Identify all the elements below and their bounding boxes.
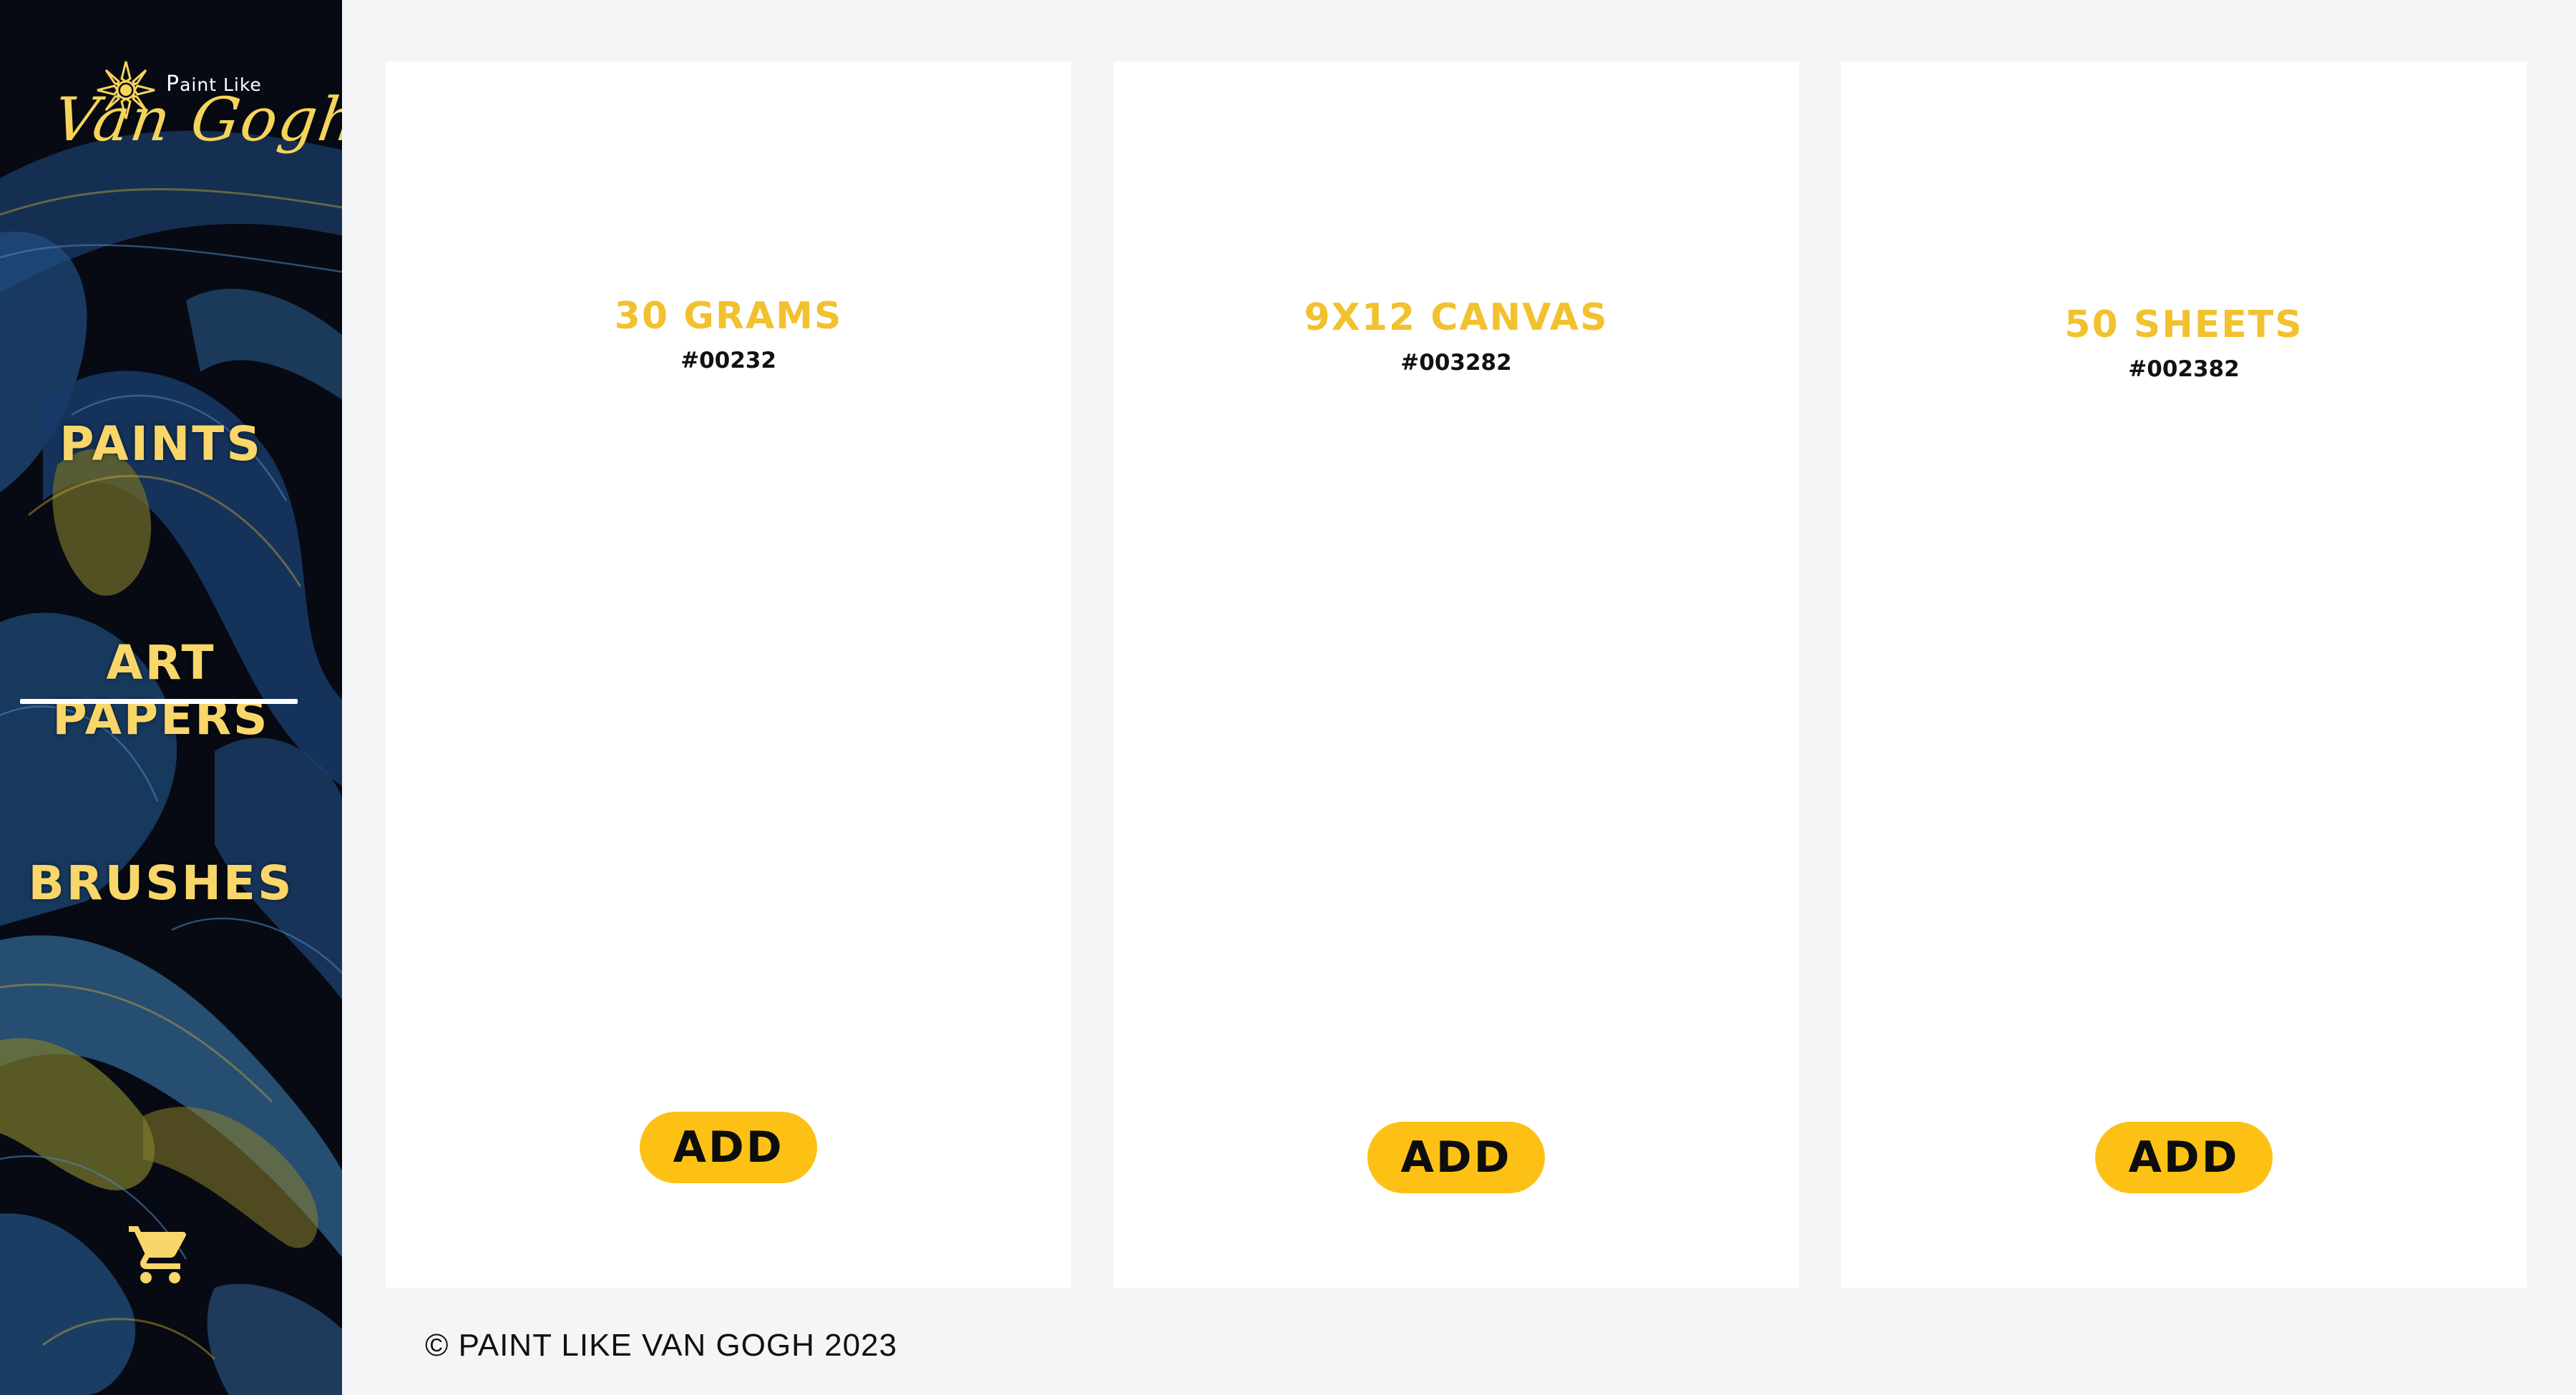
brand-logo[interactable]: Paint Like Van Gogh xyxy=(0,50,342,179)
product-code: #003282 xyxy=(1400,350,1512,376)
product-card: 30 GRAMS #00232 ADD xyxy=(386,62,1071,1288)
active-nav-underline xyxy=(20,699,298,704)
product-code: #00232 xyxy=(680,348,776,373)
product-title: 30 GRAMS xyxy=(614,295,843,338)
nav-item-paints[interactable]: PAINTS xyxy=(0,416,322,471)
product-title: 9X12 CANVAS xyxy=(1304,296,1609,339)
add-button[interactable]: ADD xyxy=(1367,1122,1545,1193)
product-title: 50 SHEETS xyxy=(2064,303,2303,346)
product-card: 9X12 CANVAS #003282 ADD xyxy=(1113,62,1799,1288)
add-button[interactable]: ADD xyxy=(2095,1122,2273,1193)
shopping-cart-icon[interactable] xyxy=(126,1220,195,1289)
add-button[interactable]: ADD xyxy=(640,1112,817,1183)
footer-copyright: © PAINT LIKE VAN GOGH 2023 xyxy=(425,1328,897,1363)
sidebar: Paint Like Van Gogh PAINTS ART PAPERS BR… xyxy=(0,0,342,1395)
product-card: 50 SHEETS #002382 ADD xyxy=(1841,62,2527,1288)
nav-item-brushes[interactable]: BRUSHES xyxy=(0,856,322,911)
logo-script-text: Van Gogh xyxy=(49,84,342,155)
nav-item-art-papers[interactable]: ART PAPERS xyxy=(0,635,322,745)
product-code: #002382 xyxy=(2128,356,2240,382)
